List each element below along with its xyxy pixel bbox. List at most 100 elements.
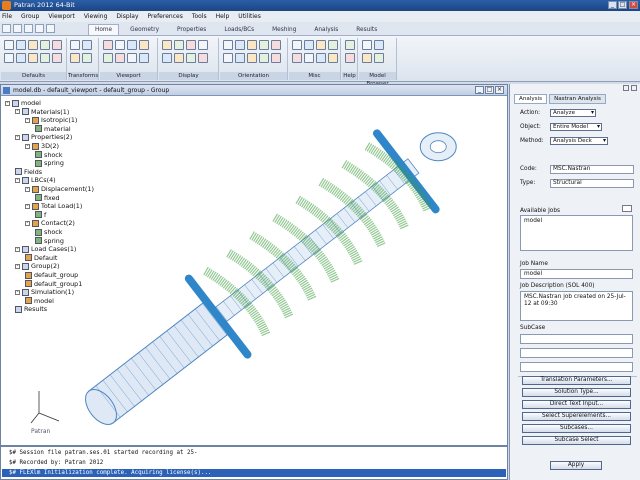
viewport-close-button[interactable]: × [495, 86, 504, 94]
menu-item-tools[interactable]: Tools [192, 11, 207, 22]
ribbon-tool-icon[interactable] [16, 53, 26, 63]
close-button[interactable]: × [629, 1, 638, 9]
save-icon[interactable] [24, 24, 33, 33]
ribbon-tool-icon[interactable] [235, 40, 245, 50]
viewport-window[interactable]: model.db - default_viewport - default_gr… [0, 84, 508, 446]
ribbon-tool-icon[interactable] [223, 53, 233, 63]
menu-item-help[interactable]: Help [216, 11, 230, 22]
ribbon-tool-icon[interactable] [162, 53, 172, 63]
ribbon-tool-icon[interactable] [345, 53, 355, 63]
ribbon-tab-results[interactable]: Results [349, 24, 384, 35]
maximize-button[interactable]: □ [618, 1, 627, 9]
ribbon-tool-icon[interactable] [127, 40, 137, 50]
ribbon-tool-icon[interactable] [186, 40, 196, 50]
folder-icon[interactable] [622, 205, 632, 212]
tree-node[interactable]: - Materials(1) [15, 108, 69, 116]
ribbon-tool-icon[interactable] [374, 40, 384, 50]
ribbon-tool-icon[interactable] [127, 53, 137, 63]
redo-icon[interactable] [46, 24, 55, 33]
ribbon-tool-icon[interactable] [328, 40, 338, 50]
undo-icon[interactable] [35, 24, 44, 33]
ribbon-tool-icon[interactable] [82, 53, 92, 63]
ribbon-tool-icon[interactable] [139, 40, 149, 50]
ribbon-tool-icon[interactable] [40, 53, 50, 63]
ribbon-tool-icon[interactable] [198, 40, 208, 50]
direct-text-input-button[interactable]: Direct Text Input... [522, 400, 631, 409]
tree-node[interactable]: spring [35, 237, 64, 245]
translation-parameters-button[interactable]: Translation Parameters... [522, 376, 631, 385]
ribbon-tool-icon[interactable] [4, 53, 14, 63]
expand-toggle-icon[interactable]: - [15, 246, 20, 252]
ribbon-tool-icon[interactable] [139, 53, 149, 63]
expand-toggle-icon[interactable]: - [15, 263, 20, 269]
job-name-input[interactable]: model [520, 269, 633, 279]
minimize-button[interactable]: _ [608, 1, 617, 9]
tree-node[interactable]: default_group [25, 271, 78, 279]
menu-item-viewing[interactable]: Viewing [84, 11, 108, 22]
ribbon-tool-icon[interactable] [328, 53, 338, 63]
ribbon-tool-icon[interactable] [362, 53, 372, 63]
menu-item-utilities[interactable]: Utilities [238, 11, 261, 22]
ribbon-tool-icon[interactable] [115, 53, 125, 63]
expand-toggle-icon[interactable]: - [15, 177, 20, 183]
menu-item-display[interactable]: Display [116, 11, 138, 22]
ribbon-tool-icon[interactable] [316, 53, 326, 63]
tree-node[interactable]: f [35, 211, 46, 219]
tree-node[interactable]: - Load Cases(1) [15, 245, 76, 253]
ribbon-tool-icon[interactable] [40, 40, 50, 50]
tree-node[interactable]: - Group(2) [15, 262, 60, 270]
ribbon-tool-icon[interactable] [4, 40, 14, 50]
ribbon-tab-meshing[interactable]: Meshing [265, 24, 303, 35]
subcases-button[interactable]: Subcases... [522, 424, 631, 433]
job-description-input[interactable]: MSC.Nastran job created on 25-Jul-12 at … [520, 291, 633, 321]
expand-toggle-icon[interactable]: - [15, 109, 20, 115]
ribbon-tool-icon[interactable] [16, 40, 26, 50]
ribbon-tool-icon[interactable] [235, 53, 245, 63]
tree-node[interactable]: shock [35, 151, 63, 159]
ribbon-tool-icon[interactable] [174, 40, 184, 50]
ribbon-tool-icon[interactable] [292, 40, 302, 50]
ribbon-tab-home[interactable]: Home [88, 24, 120, 35]
tree-node[interactable]: - Properties(2) [15, 133, 72, 141]
viewport-maximize-button[interactable]: □ [485, 86, 494, 94]
subcase-select-button[interactable]: Subcase Select [522, 436, 631, 445]
tree-node[interactable]: - model [5, 99, 41, 107]
ribbon-tool-icon[interactable] [362, 40, 372, 50]
ribbon-tool-icon[interactable] [174, 53, 184, 63]
ribbon-tool-icon[interactable] [247, 40, 257, 50]
select-superelements-button[interactable]: Select Superelements... [522, 412, 631, 421]
ribbon-tab-properties[interactable]: Properties [170, 24, 213, 35]
panel-close-icon[interactable] [631, 85, 637, 91]
tree-node[interactable]: Default [25, 254, 57, 262]
history-line[interactable]: $# FLEXlm Initialization complete. Acqui… [2, 469, 506, 477]
ribbon-tool-icon[interactable] [82, 40, 92, 50]
tree-node[interactable]: Fields [15, 168, 42, 176]
expand-toggle-icon[interactable]: - [5, 100, 10, 106]
method-select[interactable]: Analysis Deck [550, 137, 608, 145]
subcase-input[interactable] [520, 334, 633, 344]
viewport-minimize-button[interactable]: _ [475, 86, 484, 94]
ribbon-tool-icon[interactable] [103, 53, 113, 63]
ribbon-tool-icon[interactable] [316, 40, 326, 50]
ribbon-tool-icon[interactable] [259, 53, 269, 63]
history-line[interactable]: $# Recorded by: Patran 2012 [9, 459, 103, 467]
ribbon-tool-icon[interactable] [115, 40, 125, 50]
subcase-input-3[interactable] [520, 362, 633, 372]
solution-type-button[interactable]: Solution Type... [522, 388, 631, 397]
ribbon-tool-icon[interactable] [186, 53, 196, 63]
ribbon-tab-analysis[interactable]: Analysis [307, 24, 345, 35]
ribbon-tool-icon[interactable] [259, 40, 269, 50]
command-history[interactable]: $# Session file patran.ses.01 started re… [0, 446, 508, 480]
tree-node[interactable]: material [35, 125, 71, 133]
ribbon-tool-icon[interactable] [162, 40, 172, 50]
tree-node[interactable]: - 3D(2) [25, 142, 59, 150]
ribbon-tool-icon[interactable] [345, 40, 355, 50]
available-jobs-list[interactable]: model [520, 215, 633, 251]
expand-toggle-icon[interactable]: - [25, 203, 30, 209]
action-select[interactable]: Analyze [550, 109, 596, 117]
ribbon-tool-icon[interactable] [28, 53, 38, 63]
subcase-input-2[interactable] [520, 348, 633, 358]
tree-node[interactable]: - Isotropic(1) [25, 116, 77, 124]
tab-nastran-analysis[interactable]: Nastran Analysis [549, 94, 606, 104]
tree-node[interactable]: default_group1 [25, 280, 82, 288]
